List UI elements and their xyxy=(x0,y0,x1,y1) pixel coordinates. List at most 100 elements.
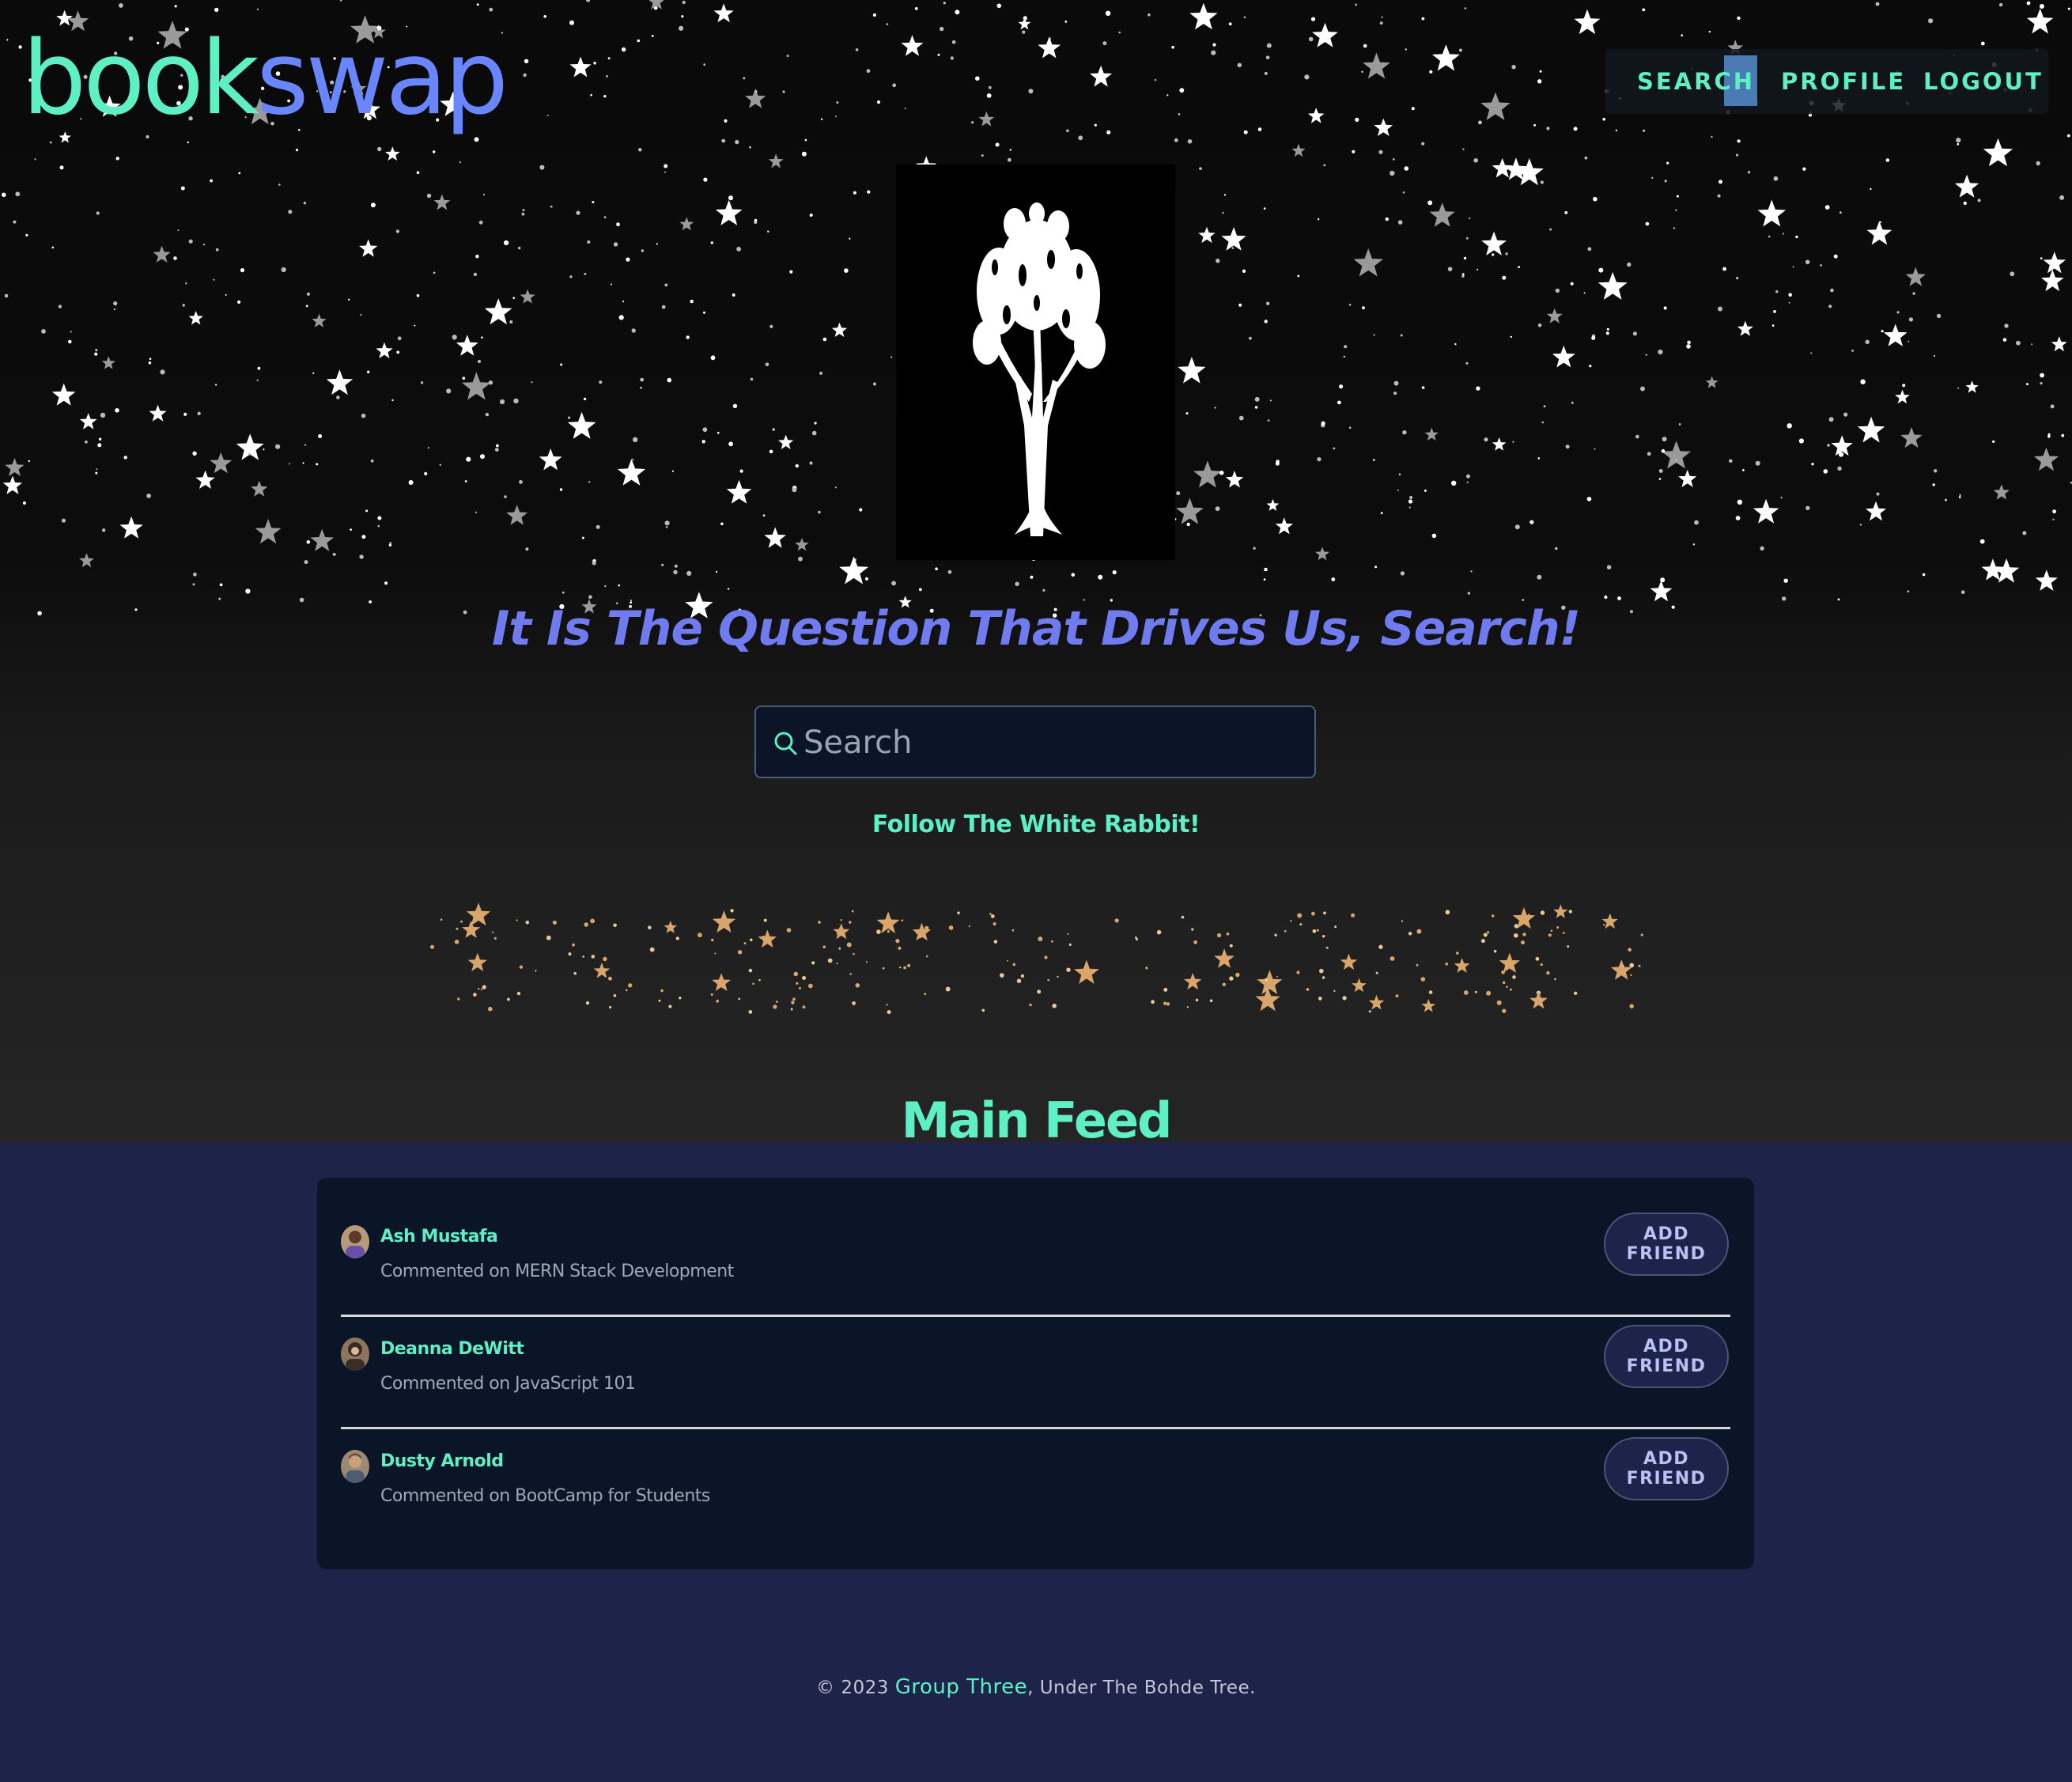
gold-star-dot xyxy=(887,930,890,933)
gold-star-dot xyxy=(1420,977,1426,982)
gold-star-decoration xyxy=(833,923,850,940)
gold-star-dot xyxy=(1057,975,1059,978)
gold-star-dot xyxy=(1390,956,1395,961)
gold-star-dot xyxy=(907,963,911,967)
nav-search-link[interactable]: SEARCH xyxy=(1637,55,1757,106)
star-decoration xyxy=(831,322,848,337)
star-dot xyxy=(1398,473,1401,475)
star-dot xyxy=(340,0,342,2)
star-dot xyxy=(509,320,513,323)
main-feed-title: Main Feed xyxy=(901,1092,1173,1149)
star-dot xyxy=(1462,148,1465,150)
star-dot xyxy=(1571,401,1574,404)
star-dot xyxy=(1030,575,1034,579)
star-dot xyxy=(1373,334,1375,336)
star-dot xyxy=(302,462,304,464)
gold-star-dot xyxy=(849,973,852,975)
star-dot xyxy=(1404,166,1409,171)
star-decoration xyxy=(764,527,786,548)
gold-star-dot xyxy=(1603,924,1605,926)
star-dot xyxy=(1912,292,1915,295)
star-decoration xyxy=(2035,569,2058,591)
feed-comment-text: Commented on JavaScript 101 xyxy=(380,1374,636,1394)
gold-star-dot xyxy=(1000,973,1004,978)
star-dot xyxy=(480,454,485,460)
star-decoration xyxy=(679,217,694,231)
star-dot xyxy=(115,157,119,161)
feed-user-name[interactable]: Deanna DeWitt xyxy=(380,1339,524,1359)
search-input[interactable] xyxy=(803,715,1294,770)
gold-star-dot xyxy=(948,925,954,930)
star-decoration xyxy=(1492,437,1507,451)
gold-star-dot xyxy=(1145,967,1148,970)
star-dot xyxy=(1643,129,1646,132)
gold-star-decoration xyxy=(593,963,611,978)
star-dot xyxy=(749,146,751,149)
star-dot xyxy=(1222,211,1224,214)
gold-star-dot xyxy=(1502,1008,1507,1013)
user-avatar[interactable] xyxy=(341,1337,369,1371)
user-avatar[interactable] xyxy=(341,1450,369,1483)
star-dot xyxy=(686,335,690,339)
star-dot xyxy=(728,441,733,447)
gold-stars-divider xyxy=(430,902,1643,1015)
gold-star-dot xyxy=(790,1008,793,1011)
star-dot xyxy=(1583,292,1586,294)
star-dot xyxy=(1539,70,1542,73)
gold-star-dot xyxy=(1509,988,1512,991)
gold-star-dot xyxy=(882,967,885,970)
star-dot xyxy=(1390,170,1395,176)
star-dot xyxy=(1820,264,1822,267)
app-logo[interactable]: bookswap xyxy=(22,16,509,142)
star-dot xyxy=(1541,421,1545,424)
feed-user-name[interactable]: Ash Mustafa xyxy=(380,1227,498,1247)
star-dot xyxy=(1264,567,1268,572)
nav-logout-link[interactable]: LOGOUT xyxy=(1923,63,2044,100)
gold-star-dot xyxy=(1550,929,1553,932)
star-decoration xyxy=(456,335,478,356)
footer-group-link[interactable]: Group Three xyxy=(895,1675,1027,1699)
star-dot xyxy=(524,59,529,64)
add-friend-button[interactable]: ADD FRIEND xyxy=(1604,1325,1729,1388)
star-dot xyxy=(2052,509,2057,514)
star-dot xyxy=(1421,386,1425,389)
nav-profile-link[interactable]: PROFILE xyxy=(1781,63,1906,100)
star-dot xyxy=(1565,445,1570,449)
gold-star-dot xyxy=(945,986,951,992)
star-dot xyxy=(452,335,457,340)
star-dot xyxy=(177,229,180,232)
feed-user-name[interactable]: Dusty Arnold xyxy=(380,1451,504,1471)
star-dot xyxy=(1673,227,1675,229)
star-dot xyxy=(1805,505,1810,510)
gold-star-dot xyxy=(793,971,799,977)
search-bar[interactable] xyxy=(754,706,1316,778)
star-decoration xyxy=(1737,320,1753,336)
gold-star-dot xyxy=(1217,933,1222,938)
star-dot xyxy=(818,510,821,514)
star-decoration xyxy=(1374,118,1393,136)
star-dot xyxy=(1454,342,1457,346)
user-avatar[interactable] xyxy=(341,1225,369,1258)
gold-star-dot xyxy=(482,985,486,989)
add-friend-button[interactable]: ADD FRIEND xyxy=(1604,1437,1729,1500)
star-dot xyxy=(1269,399,1272,402)
star-dot xyxy=(820,118,823,120)
star-dot xyxy=(1106,130,1111,134)
gold-star-decoration xyxy=(1340,953,1358,970)
gold-star-dot xyxy=(1408,932,1412,936)
star-dot xyxy=(586,0,591,2)
star-dot xyxy=(809,214,813,217)
gold-star-dot xyxy=(1195,998,1199,1002)
star-dot xyxy=(477,359,482,364)
follow-rabbit-link[interactable]: Follow The White Rabbit! xyxy=(872,811,1200,838)
star-dot xyxy=(795,463,799,468)
star-dot xyxy=(395,229,400,233)
gold-star-dot xyxy=(1456,952,1459,955)
star-dot xyxy=(664,283,668,287)
star-dot xyxy=(1824,205,1830,210)
add-friend-button[interactable]: ADD FRIEND xyxy=(1604,1213,1729,1276)
star-dot xyxy=(1885,158,1890,162)
star-dot xyxy=(416,293,420,297)
star-dot xyxy=(981,154,984,157)
star-dot xyxy=(1928,18,1934,24)
